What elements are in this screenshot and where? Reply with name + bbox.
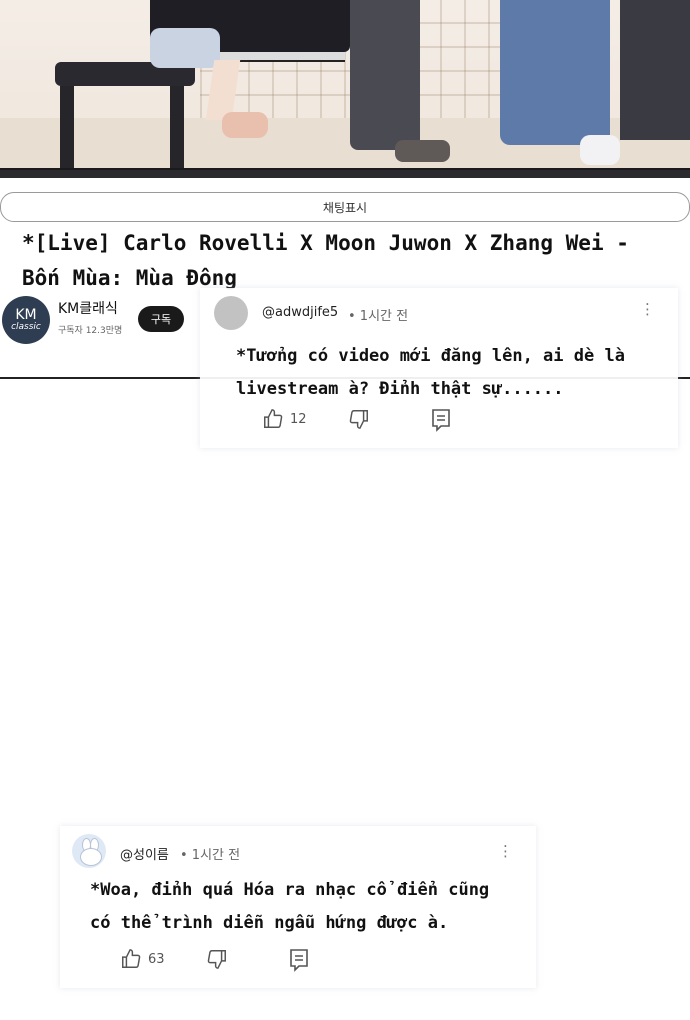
- reply-icon: [290, 949, 308, 972]
- chat-toggle-button[interactable]: 채팅표시: [0, 192, 690, 222]
- stool-leg: [170, 86, 184, 168]
- logo-subtext: classic: [11, 322, 41, 332]
- pianist-skirt: [150, 28, 220, 68]
- logo-text: KM: [15, 307, 37, 323]
- avatar[interactable]: [214, 296, 248, 330]
- performer-shoe: [395, 140, 450, 162]
- avatar[interactable]: [72, 834, 106, 868]
- reply-icon: [432, 409, 450, 432]
- more-vert-icon[interactable]: ⋮: [640, 302, 655, 317]
- pianist-shoe: [222, 112, 268, 138]
- thumbs-up-icon: [264, 409, 283, 428]
- comment-handle[interactable]: @성이름: [120, 844, 169, 863]
- dislike-button[interactable]: [206, 948, 228, 970]
- stool-leg: [60, 86, 74, 168]
- subscribe-button[interactable]: 구독: [138, 306, 184, 332]
- thumbs-up-icon: [122, 949, 141, 968]
- bunny-face: [80, 848, 102, 866]
- performer-pants: [350, 0, 420, 150]
- reply-button[interactable]: [288, 948, 310, 972]
- comment-text-line: *Woa, đỉnh quá Hóa ra nhạc cổ điển cũng: [90, 880, 490, 900]
- comment-card: @adwdjife5 • 1시간 전 ⋮ *Tưởng có video mới…: [200, 288, 678, 448]
- piano-scene-illustration: [0, 0, 690, 178]
- comment-text-line: *Tưởng có video mới đăng lên, ai dè là: [236, 346, 625, 366]
- stage-edge: [0, 168, 690, 178]
- like-count: 12: [290, 411, 307, 427]
- comment-time: • 1시간 전: [348, 309, 409, 324]
- channel-logo[interactable]: KM classic: [2, 296, 50, 344]
- performer-sock: [580, 135, 620, 165]
- thumbs-down-icon: [207, 950, 226, 969]
- comment-time: • 1시간 전: [180, 848, 241, 863]
- video-title: *[Live] Carlo Rovelli X Moon Juwon X Zha…: [22, 226, 662, 296]
- dark-panel: [620, 0, 690, 140]
- like-count: 63: [148, 951, 165, 967]
- like-button[interactable]: 63: [120, 948, 165, 970]
- comment-handle[interactable]: @adwdjife5: [262, 305, 338, 320]
- performer-jeans: [500, 0, 610, 145]
- comment-text-line: có thể trình diễn ngẫu hứng được à.: [90, 913, 449, 933]
- like-button[interactable]: 12: [262, 408, 307, 430]
- reply-button[interactable]: [430, 408, 452, 432]
- more-vert-icon[interactable]: ⋮: [498, 844, 513, 859]
- channel-name[interactable]: KM클래식: [58, 298, 118, 318]
- chat-toggle-label: 채팅표시: [322, 200, 368, 215]
- thumbs-down-icon: [349, 410, 368, 429]
- subscriber-count: 구독자 12.3만명: [58, 326, 123, 336]
- dislike-button[interactable]: [348, 408, 370, 430]
- video-title-line: *[Live] Carlo Rovelli X Moon Juwon X Zha…: [22, 231, 629, 255]
- comment-text-line: livestream à? Đỉnh thật sự......: [236, 379, 564, 399]
- comment-card: @성이름 • 1시간 전 ⋮ *Woa, đỉnh quá Hóa ra nhạ…: [60, 826, 536, 988]
